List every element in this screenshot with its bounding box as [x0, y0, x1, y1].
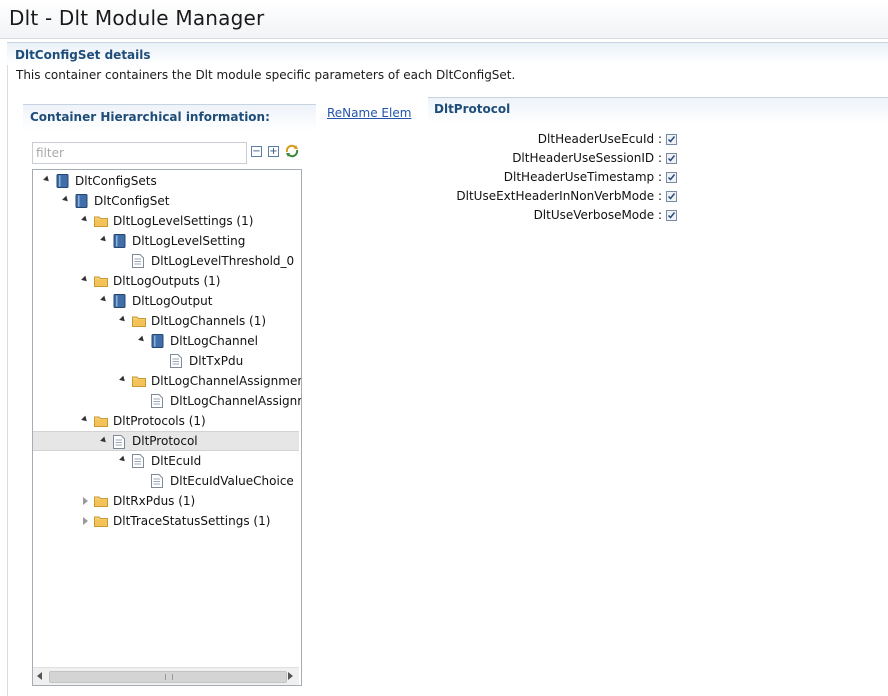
sync-icon[interactable]	[285, 144, 299, 158]
expanded-toggle-icon[interactable]	[81, 215, 89, 224]
folder-icon	[94, 414, 108, 428]
module-icon	[113, 234, 126, 248]
tree-item[interactable]: DltLogOutputs (1)	[33, 271, 299, 291]
tree-item-label: DltProtocols (1)	[113, 414, 206, 428]
param-checkbox[interactable]	[666, 191, 677, 202]
section-header: DltConfigSet details	[7, 42, 888, 65]
expanded-toggle-icon[interactable]	[100, 436, 108, 445]
tree-item-label: DltTxPdu	[189, 354, 244, 368]
section-description: This container containers the Dlt module…	[16, 68, 516, 82]
tree-item-label: DltEcuId	[151, 454, 202, 468]
tree-item[interactable]: DltLogLevelSettings (1)	[33, 211, 299, 231]
tree-item-label: DltEcuIdValueChoice	[170, 474, 294, 488]
param-label: DltHeaderUseTimestamp :	[503, 170, 662, 184]
document-icon	[113, 435, 126, 449]
left-border	[7, 64, 8, 696]
tree-item[interactable]: DltLogChannelAssignmen	[33, 371, 302, 391]
tree-item[interactable]: DltTraceStatusSettings (1)	[33, 511, 299, 531]
folder-icon	[94, 514, 108, 528]
folder-icon	[132, 374, 146, 388]
tree-item-label: DltLogLevelSetting	[132, 234, 246, 248]
rename-element-link[interactable]: ReName Elem	[327, 106, 411, 120]
param-label: DltHeaderUseEcuId :	[537, 132, 662, 146]
tree-item[interactable]: DltLogChannelAssignm	[33, 391, 302, 411]
scroll-left-arrow[interactable]	[37, 672, 42, 680]
document-icon	[151, 474, 164, 488]
tree-item[interactable]: DltLogOutput	[33, 291, 299, 311]
tree-item-label: DltConfigSet	[94, 194, 170, 208]
expanded-toggle-icon[interactable]	[81, 415, 89, 424]
expanded-toggle-icon[interactable]	[138, 335, 146, 344]
expanded-toggle-icon[interactable]	[119, 455, 127, 464]
collapsed-toggle-icon[interactable]	[83, 497, 88, 505]
param-checkbox[interactable]	[666, 153, 677, 164]
module-icon	[56, 174, 69, 188]
tree-item[interactable]: DltRxPdus (1)	[33, 491, 299, 511]
folder-icon	[94, 274, 108, 288]
tree-item[interactable]: DltEcuIdValueChoice	[33, 471, 299, 491]
folder-icon	[94, 214, 108, 228]
expanded-toggle-icon[interactable]	[119, 375, 127, 384]
tree-item[interactable]: DltLogLevelSetting	[33, 231, 299, 251]
tree-item-label: DltLogChannelAssignmen	[151, 374, 302, 388]
tree-item-label: DltConfigSets	[75, 174, 157, 188]
expanded-toggle-icon[interactable]	[62, 195, 70, 204]
tree-item-label: DltLogChannel	[170, 334, 258, 348]
hierarchy-panel-title: Container Hierarchical information:	[30, 110, 270, 124]
document-icon	[132, 454, 145, 468]
folder-icon	[132, 314, 146, 328]
tree-item[interactable]: DltLogChannels (1)	[33, 311, 299, 331]
module-icon	[151, 334, 164, 348]
tree-item[interactable]: DltLogLevelThreshold_0	[33, 251, 299, 271]
tree-item[interactable]: DltTxPdu	[33, 351, 299, 371]
expanded-toggle-icon[interactable]	[100, 295, 108, 304]
folder-icon	[94, 494, 108, 508]
module-icon	[75, 194, 88, 208]
param-label: DltUseVerboseMode :	[533, 208, 662, 222]
tree-item-label: DltLogOutputs (1)	[113, 274, 221, 288]
document-icon	[132, 254, 145, 268]
param-label: DltUseExtHeaderInNonVerbMode :	[456, 189, 662, 203]
expanded-toggle-icon[interactable]	[119, 315, 127, 324]
hierarchy-panel-header: Container Hierarchical information:	[23, 104, 316, 131]
tree-item-label: DltLogLevelThreshold_0	[151, 254, 295, 268]
tree-item-label: DltRxPdus (1)	[113, 494, 196, 508]
param-checkbox[interactable]	[666, 172, 677, 183]
tree-item-label: DltLogChannels (1)	[151, 314, 267, 328]
document-icon	[151, 394, 164, 408]
tree-item[interactable]: DltProtocol	[33, 431, 299, 451]
collapsed-toggle-icon[interactable]	[83, 517, 88, 525]
tree-item-label: DltLogOutput	[132, 294, 213, 308]
collapse-all-button[interactable]: −	[251, 146, 262, 157]
section-title: DltConfigSet details	[15, 48, 151, 62]
tree-item[interactable]: DltProtocols (1)	[33, 411, 299, 431]
tree-item[interactable]: DltConfigSet	[33, 191, 299, 211]
expanded-toggle-icon[interactable]	[81, 275, 89, 284]
protocol-panel-header: DltProtocol	[428, 97, 888, 124]
tree-item[interactable]: DltConfigSets	[33, 171, 299, 191]
expanded-toggle-icon[interactable]	[100, 235, 108, 244]
window-title: Dlt - Dlt Module Manager	[9, 6, 265, 30]
module-icon	[113, 294, 126, 308]
expanded-toggle-icon[interactable]	[43, 175, 51, 184]
title-bar: Dlt - Dlt Module Manager	[0, 0, 888, 39]
hierarchy-tree[interactable]: DltTraceStatusSettings (1) DltRxPdus (1) D…	[32, 169, 302, 686]
tree-item-label: DltProtocol	[132, 434, 198, 448]
tree-item-label: DltLogLevelSettings (1)	[113, 214, 254, 228]
tree-item[interactable]: DltLogChannel	[33, 331, 299, 351]
param-checkbox[interactable]	[666, 134, 677, 145]
tree-item[interactable]: DltEcuId	[33, 451, 299, 471]
tree-item-label: DltLogChannelAssignm	[170, 394, 302, 408]
horizontal-scrollbar[interactable]	[33, 667, 299, 685]
expand-all-button[interactable]: +	[268, 146, 279, 157]
protocol-panel-title: DltProtocol	[434, 102, 511, 116]
filter-input[interactable]	[32, 142, 247, 164]
param-label: DltHeaderUseSessionID :	[512, 151, 662, 165]
document-icon	[170, 354, 183, 368]
scrollbar-thumb[interactable]	[49, 671, 287, 683]
param-checkbox[interactable]	[666, 210, 677, 221]
tree-item-label: DltTraceStatusSettings (1)	[113, 514, 271, 528]
scroll-right-arrow[interactable]	[288, 672, 293, 680]
